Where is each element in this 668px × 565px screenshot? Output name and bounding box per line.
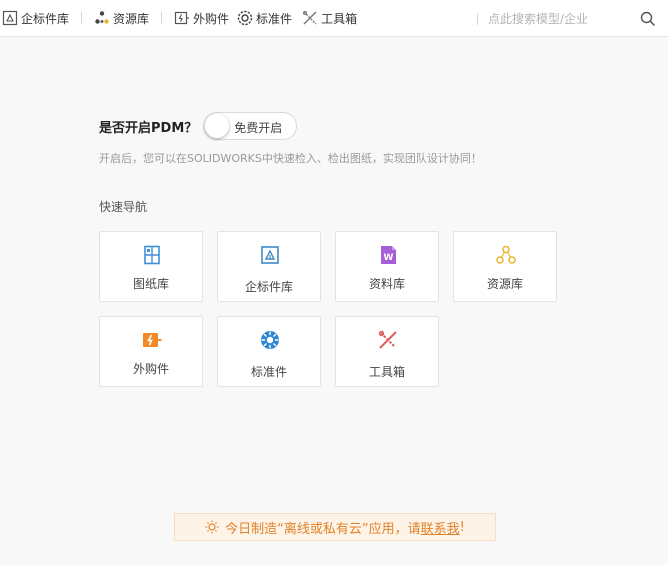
- lightbulb-icon: [205, 520, 219, 534]
- toolbar-search: [467, 0, 668, 37]
- promo-banner: 今日制造“离线或私有云”应用，请 联系我!: [174, 513, 496, 541]
- nav-card-purchased-parts[interactable]: 外购件: [99, 316, 203, 387]
- promo-text: 今日制造“离线或私有云”应用，请: [225, 521, 421, 537]
- nav-card-label: 标准件: [250, 365, 287, 379]
- top-toolbar: 企标件库 资源库 外购件 标准件 工具箱: [0, 0, 668, 37]
- pdm-toggle-label: 免费开启: [234, 121, 283, 135]
- nav-card-label: 资料库: [368, 277, 405, 291]
- nav-card-label: 外购件: [132, 362, 169, 376]
- pdm-description: 开启后，您可以在SOLIDWORKS中快速检入、检出图纸，实现团队设计协同！: [99, 152, 482, 165]
- nav-card-resource-library[interactable]: 资源库: [453, 231, 557, 302]
- toolbox-icon: [303, 11, 317, 25]
- toolbar-item-resource-library[interactable]: 资源库: [92, 0, 151, 37]
- resource-library-icon: [95, 11, 109, 24]
- toolbar-item-label: 工具箱: [321, 11, 358, 26]
- pdm-title: 是否开启PDM？: [99, 120, 198, 136]
- nav-card-drawing-library[interactable]: 图纸库: [99, 231, 203, 302]
- nav-card-label: 工具箱: [368, 365, 405, 379]
- resource-library-icon: [496, 245, 516, 264]
- quick-nav-title: 快速导航: [99, 200, 148, 214]
- pdm-toggle[interactable]: 免费开启: [203, 112, 298, 140]
- toolbar-item-label: 企标件库: [21, 11, 70, 26]
- purchased-parts-icon: [174, 11, 190, 25]
- toolbar-divider: [81, 12, 83, 24]
- toolbar-item-label: 标准件: [256, 11, 293, 26]
- promo-suffix: !: [459, 519, 465, 535]
- toolbar-item-enterprise-parts[interactable]: 企标件库: [0, 0, 71, 37]
- nav-card-enterprise-parts[interactable]: 企标件库: [217, 231, 321, 302]
- purchased-parts-icon: [143, 333, 162, 347]
- toggle-knob: [205, 114, 230, 138]
- toolbar-item-toolbox[interactable]: 工具箱: [300, 0, 359, 37]
- nav-card-document-library[interactable]: W 资料库: [335, 231, 439, 302]
- nav-card-toolbox[interactable]: 工具箱: [335, 316, 439, 387]
- enterprise-parts-icon: [2, 10, 18, 26]
- enterprise-parts-icon: [261, 246, 279, 264]
- pdm-row: 是否开启PDM？ 免费开启: [99, 112, 298, 140]
- toolbar-divider: [477, 12, 478, 25]
- nav-card-label: 企标件库: [244, 280, 293, 294]
- drawing-library-icon: [144, 245, 160, 265]
- toolbox-icon: [378, 330, 397, 349]
- document-library-icon: W: [381, 246, 396, 264]
- standard-parts-icon: [237, 10, 253, 26]
- toolbar-item-purchased-parts[interactable]: 外购件: [172, 0, 231, 37]
- search-input[interactable]: [488, 11, 628, 26]
- svg-text:W: W: [384, 253, 394, 263]
- toolbar-item-standard-parts[interactable]: 标准件: [235, 0, 294, 37]
- contact-me-link[interactable]: 联系我: [421, 518, 460, 537]
- search-icon: [640, 11, 656, 26]
- nav-card-standard-parts[interactable]: 标准件: [217, 316, 321, 387]
- toolbar-item-label: 外购件: [193, 11, 230, 26]
- nav-card-label: 资源库: [486, 277, 523, 291]
- standard-parts-icon: [261, 331, 279, 349]
- toolbar-divider: [161, 12, 163, 24]
- toolbar-item-label: 资源库: [113, 11, 150, 26]
- nav-card-label: 图纸库: [132, 277, 169, 291]
- search-button[interactable]: [628, 0, 668, 37]
